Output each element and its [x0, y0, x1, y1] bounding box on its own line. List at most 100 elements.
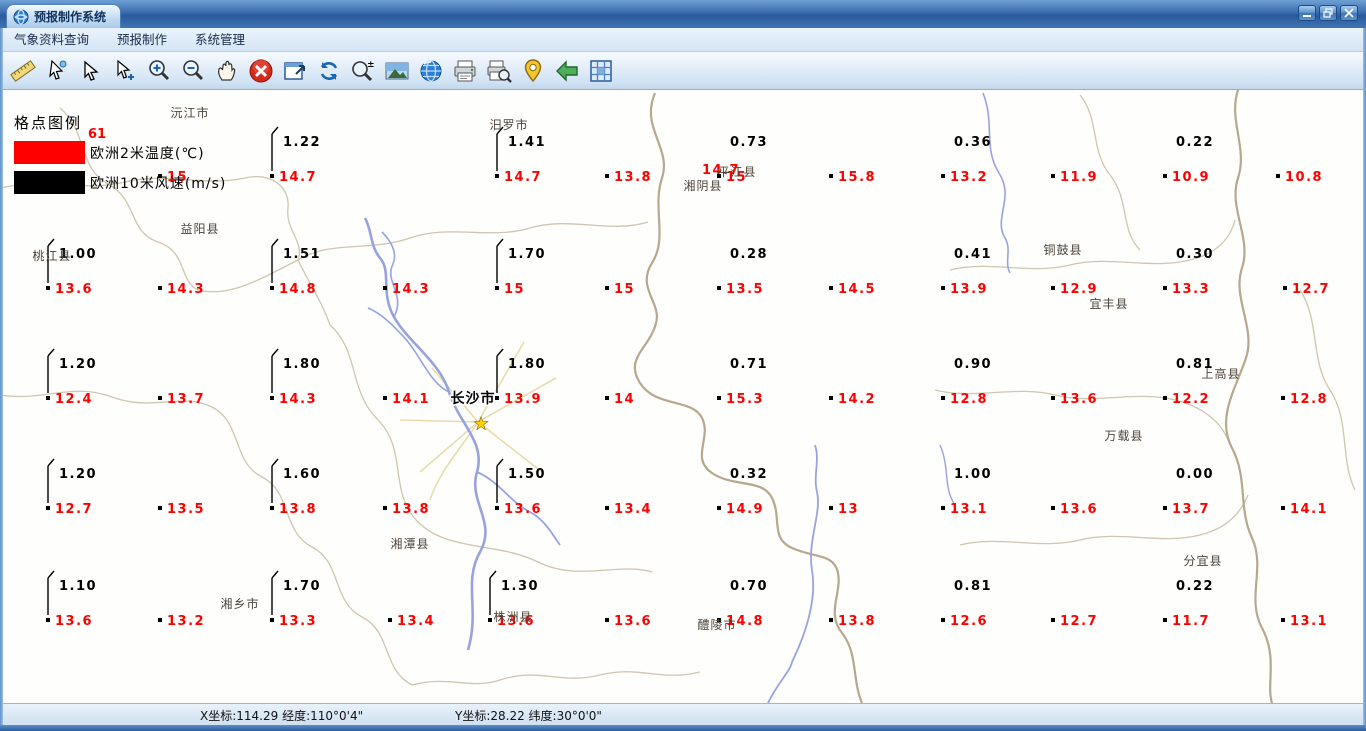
zoom-in-icon: [149, 59, 170, 80]
grid-point-dot: [270, 618, 274, 622]
wind-barb-tick: [271, 348, 279, 357]
temperature-value: 10.9: [1172, 170, 1210, 185]
temperature-value: 13.2: [950, 170, 988, 185]
export-window-button[interactable]: [279, 55, 311, 87]
temperature-value: 13.3: [279, 614, 317, 629]
print-preview-button[interactable]: [483, 55, 515, 87]
globe-button[interactable]: [415, 55, 447, 87]
temperature-value: 12.8: [1290, 392, 1328, 407]
grid-point-dot: [158, 286, 162, 290]
select-plus-button[interactable]: [109, 55, 141, 87]
minimize-button[interactable]: [1298, 5, 1316, 21]
wind-speed-value: 0.81: [954, 579, 992, 594]
legend-label: 欧洲10米风速(m/s): [90, 175, 227, 192]
temperature-value: 14.8: [279, 282, 317, 297]
temperature-value: 13.9: [504, 392, 542, 407]
title-tab: 预报制作系统: [6, 4, 122, 28]
grid-point-dot: [829, 618, 833, 622]
temperature-value: 13.1: [1290, 614, 1328, 629]
wind-speed-value: 1.60: [283, 467, 321, 482]
wind-speed-value: 1.10: [59, 579, 97, 594]
select-arrow-button[interactable]: [75, 55, 107, 87]
export-window-icon: [284, 61, 305, 80]
temperature-value: 12.7: [55, 502, 93, 517]
pan-button[interactable]: [211, 55, 243, 87]
grid-point-dot: [488, 618, 492, 622]
legend-items: 欧洲2米温度(℃) 61 欧洲10米风速(m/s): [14, 127, 227, 194]
restore-button[interactable]: [1319, 5, 1337, 21]
wind-speed-value: 0.28: [730, 247, 768, 262]
county-label: 湘潭县: [390, 536, 429, 551]
grid-point-dot: [46, 618, 50, 622]
temperature-value: 13.8: [614, 170, 652, 185]
temperature-value: 13.1: [950, 502, 988, 517]
temperature-value: 13.4: [614, 502, 652, 517]
temperature-value: 14.2: [838, 392, 876, 407]
temperature-value: 15.8: [838, 170, 876, 185]
grid-point-dot: [605, 618, 609, 622]
temperature-value: 14.1: [1290, 502, 1328, 517]
temperature-value: 14.3: [167, 282, 205, 297]
temperature-value: 12.4: [55, 392, 93, 407]
wind-barb-tick: [271, 458, 279, 467]
menu-item-2[interactable]: 系统管理: [181, 28, 259, 51]
county-label: 万载县: [1104, 429, 1143, 443]
refresh-button[interactable]: [313, 55, 345, 87]
temperature-value: 12.2: [1172, 392, 1210, 407]
wind-speed-value: 1.41: [508, 135, 546, 150]
zoom-scale-button[interactable]: ±: [347, 55, 379, 87]
wind-speed-value: 1.80: [508, 357, 546, 372]
window-controls: [1298, 5, 1358, 21]
print-button[interactable]: [449, 55, 481, 87]
grid-point-dot: [941, 506, 945, 510]
zoom-out-icon: [183, 59, 204, 80]
grid-point-dot: [495, 506, 499, 510]
temperature-value: 13.7: [1172, 502, 1210, 517]
temperature-value: 13.7: [167, 392, 205, 407]
select-features-icon: [49, 59, 67, 80]
wind-speed-value: 1.30: [501, 579, 539, 594]
temperature-value: 12.6: [950, 614, 988, 629]
minimize-icon: [1303, 15, 1311, 17]
grid-point-dot: [270, 174, 274, 178]
pan-hand-icon: [218, 60, 236, 81]
back-button[interactable]: [551, 55, 583, 87]
grid-point-dot: [605, 506, 609, 510]
wind-barb-tick: [489, 570, 497, 579]
status-y-coordinate: Y坐标:28.22 纬度:30°0'0": [455, 709, 602, 723]
grid-point-dot: [829, 396, 833, 400]
menu-item-1[interactable]: 预报制作: [103, 28, 181, 51]
grid-point-dot: [605, 174, 609, 178]
temperature-value: 13.4: [397, 614, 435, 629]
grid-point-dot: [1276, 174, 1280, 178]
zoom-out-button[interactable]: [177, 55, 209, 87]
wind-barb-tick: [271, 570, 279, 579]
wind-barb-tick: [47, 238, 55, 247]
wind-barb-tick: [271, 238, 279, 247]
window-titlebar[interactable]: 预报制作系统: [0, 0, 1366, 28]
grid-map-button[interactable]: [585, 55, 617, 87]
image-button[interactable]: [381, 55, 413, 87]
restore-icon: [1323, 8, 1333, 18]
menu-item-0[interactable]: 气象资料查询: [0, 28, 103, 51]
grid-point-dot: [383, 506, 387, 510]
grid-point-dot: [1163, 506, 1167, 510]
wind-speed-value: 0.00: [1176, 467, 1214, 482]
close-button[interactable]: [1340, 5, 1358, 21]
measure-distance-button[interactable]: [7, 55, 39, 87]
select-features-button[interactable]: [41, 55, 73, 87]
grid-point-dot: [941, 286, 945, 290]
wind-barb-tick: [47, 458, 55, 467]
temperature-value: 13.5: [167, 502, 205, 517]
grid-point-dot: [46, 396, 50, 400]
globe-icon: [420, 59, 442, 82]
grid-point-dot: [1051, 618, 1055, 622]
county-label: 株洲县: [493, 609, 532, 624]
delete-button[interactable]: [245, 55, 277, 87]
location-marker-button[interactable]: [517, 55, 549, 87]
map-canvas[interactable]: 15 14.7 1.22 14.7 1.41 13.8 14.7 15 0.73 15.8 13.2…: [0, 90, 1366, 703]
close-icon: [1344, 8, 1354, 18]
wind-barb-tick: [47, 570, 55, 579]
print-preview-icon: [487, 60, 512, 83]
zoom-in-button[interactable]: [143, 55, 175, 87]
